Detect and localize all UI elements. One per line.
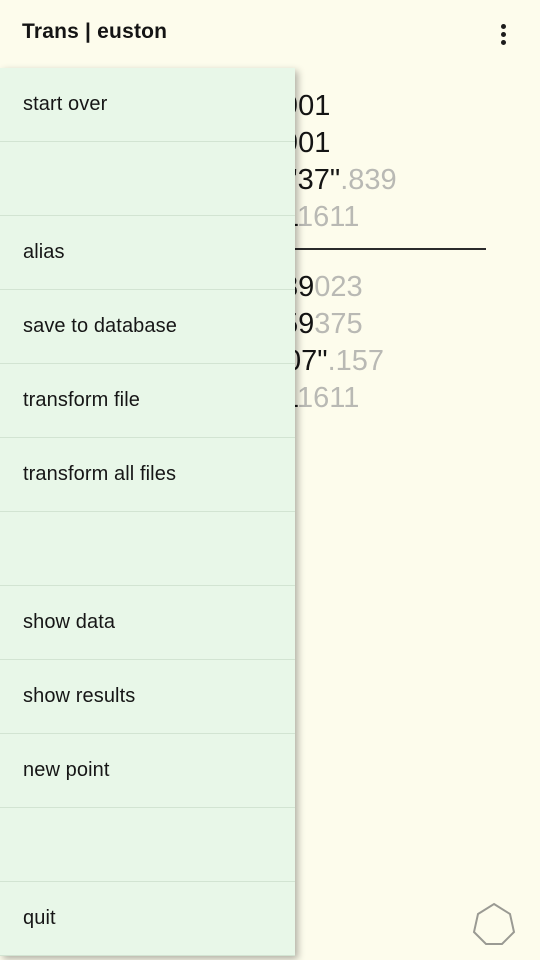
menu-item-transform-all-files[interactable]: transform all files (0, 438, 295, 512)
menu-item-label: start over (23, 93, 108, 115)
readout-fraction: 023 (314, 271, 363, 303)
heptagon-outline-icon[interactable] (470, 900, 518, 948)
readout-fraction: .157 (327, 345, 385, 377)
menu-item-new-point[interactable]: new point (0, 734, 295, 808)
menu-item-alias[interactable]: alias (0, 216, 295, 290)
readout-fraction: 1611 (296, 382, 360, 414)
menu-item-label: alias (23, 241, 65, 263)
menu-item-label: transform all files (23, 463, 177, 485)
menu-item-show-results[interactable]: show results (0, 660, 295, 734)
readout-row: 07".157 (285, 345, 384, 378)
menu-spacer-10 (0, 808, 295, 882)
menu-item-label: transform file (23, 389, 140, 411)
menu-item-label: save to database (23, 315, 177, 337)
page-title: Trans | euston (22, 20, 168, 43)
menu-item-show-data[interactable]: show data (0, 586, 295, 660)
readout-fraction: 1611 (296, 201, 360, 233)
menu-item-start-over[interactable]: start over (0, 68, 295, 142)
menu-spacer-6 (0, 512, 295, 586)
menu-spacer-1 (0, 142, 295, 216)
menu-item-label: show data (23, 611, 116, 633)
menu-item-save-to-database[interactable]: save to database (0, 290, 295, 364)
overflow-menu-icon[interactable] (484, 14, 524, 54)
title-bar: Trans | euston (0, 0, 540, 68)
menu-item-quit[interactable]: quit (0, 882, 295, 956)
overflow-dot-3 (501, 40, 506, 45)
menu-item-transform-file[interactable]: transform file (0, 364, 295, 438)
menu-item-label: new point (23, 759, 110, 781)
app-root: Trans | euston 901 901 1'37".839 11611 8… (0, 0, 540, 960)
menu-item-label: show results (23, 685, 136, 707)
readout-fraction: 375 (314, 308, 363, 340)
menu-item-label: quit (23, 907, 56, 929)
overflow-dot-2 (501, 32, 506, 37)
overflow-dot-1 (501, 24, 506, 29)
readout-fraction: .839 (340, 164, 397, 196)
overflow-dropdown-menu[interactable]: start over alias save to database transform… (0, 68, 295, 956)
